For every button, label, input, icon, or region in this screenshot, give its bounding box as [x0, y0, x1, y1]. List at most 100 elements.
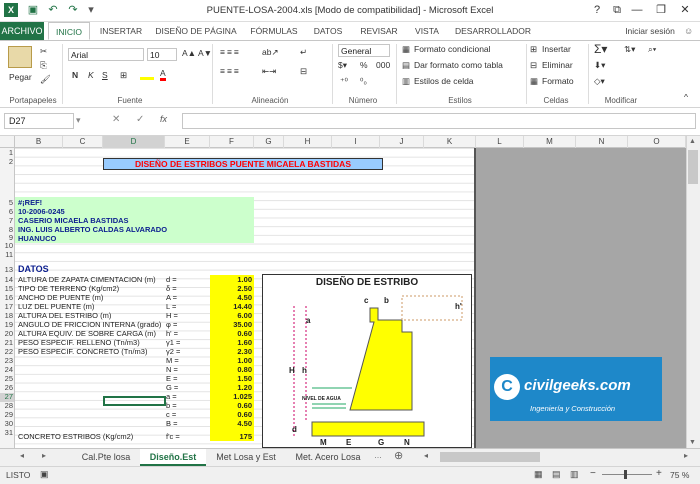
- cond-format-button[interactable]: Formato condicional: [414, 44, 491, 54]
- page-layout-icon[interactable]: ▤: [552, 469, 561, 480]
- fill-icon[interactable]: ⬇▾: [594, 60, 605, 71]
- format-painter-icon[interactable]: 🖌: [40, 74, 51, 85]
- hscroll-left-icon[interactable]: ◂: [424, 451, 428, 460]
- column-header[interactable]: L: [476, 136, 524, 148]
- column-header[interactable]: D: [103, 136, 165, 148]
- indent-icon[interactable]: ⇤⇥: [262, 66, 276, 77]
- prev-sheet-icon[interactable]: ◂: [20, 451, 24, 460]
- cond-format-icon[interactable]: ▦: [402, 44, 410, 55]
- tab-revisar[interactable]: REVISAR: [354, 22, 404, 40]
- name-box[interactable]: D27: [4, 113, 74, 129]
- font-name-select[interactable]: Arial: [68, 48, 144, 61]
- orientation-icon[interactable]: ab↗: [262, 47, 279, 58]
- paste-button[interactable]: Pegar: [9, 72, 32, 82]
- tab-datos[interactable]: DATOS: [306, 22, 350, 40]
- decrease-decimal-icon[interactable]: ⁰₀: [360, 76, 367, 87]
- tab-formulas[interactable]: FÓRMULAS: [246, 22, 302, 40]
- column-header[interactable]: K: [424, 136, 476, 148]
- underline-icon[interactable]: S: [102, 70, 108, 80]
- signin-link[interactable]: Iniciar sesión: [618, 22, 682, 40]
- column-header[interactable]: J: [380, 136, 424, 148]
- comma-icon[interactable]: 000: [376, 60, 390, 70]
- grow-font-icon[interactable]: A▲: [182, 48, 196, 58]
- hscroll-right-icon[interactable]: ▸: [684, 451, 688, 460]
- bold-icon[interactable]: N: [72, 70, 78, 80]
- clear-icon[interactable]: ◇▾: [594, 76, 605, 87]
- wrap-text-icon[interactable]: ↵: [300, 47, 307, 58]
- tab-diseno-pagina[interactable]: DISEÑO DE PÁGINA: [150, 22, 242, 40]
- column-header[interactable]: B: [15, 136, 63, 148]
- tab-insertar[interactable]: INSERTAR: [94, 22, 148, 40]
- collapse-ribbon-icon[interactable]: ^: [684, 92, 688, 102]
- help-icon[interactable]: ?: [588, 2, 606, 18]
- column-header[interactable]: O: [628, 136, 686, 148]
- column-header[interactable]: M: [524, 136, 576, 148]
- row-header[interactable]: 2: [0, 157, 14, 167]
- next-sheet-icon[interactable]: ▸: [42, 451, 46, 460]
- sheet-tab-active[interactable]: Diseño.Est: [140, 449, 206, 466]
- insert-button[interactable]: Insertar: [542, 44, 571, 54]
- sort-filter-icon[interactable]: ⇅▾: [624, 44, 635, 55]
- ribbon-display-icon[interactable]: ⧉: [608, 2, 626, 18]
- delete-icon[interactable]: ⊟: [530, 60, 537, 71]
- column-header[interactable]: G: [254, 136, 284, 148]
- scroll-up-icon[interactable]: ▲: [689, 138, 696, 145]
- column-header[interactable]: F: [210, 136, 254, 148]
- table-format-icon[interactable]: ▤: [402, 60, 410, 71]
- user-icon[interactable]: ☺: [684, 26, 693, 36]
- column-header[interactable]: I: [332, 136, 380, 148]
- cut-icon[interactable]: ✂: [40, 46, 47, 57]
- table-format-button[interactable]: Dar formato como tabla: [414, 60, 503, 70]
- format-button[interactable]: Formato: [542, 76, 574, 86]
- shrink-font-icon[interactable]: A▼: [198, 48, 212, 58]
- tab-vista[interactable]: VISTA: [408, 22, 446, 40]
- maximize-button[interactable]: ❐: [652, 2, 670, 18]
- borders-icon[interactable]: ⊞: [120, 70, 127, 81]
- tab-archivo[interactable]: ARCHIVO: [0, 22, 44, 40]
- select-all-corner[interactable]: [0, 136, 15, 148]
- sheet-tab[interactable]: Met. Acero Losa: [286, 449, 370, 466]
- font-size-select[interactable]: 10: [147, 48, 177, 61]
- align-left-icon[interactable]: ≡≡≡: [220, 66, 241, 76]
- data-value[interactable]: 4.50: [212, 419, 252, 429]
- insert-icon[interactable]: ⊞: [530, 44, 537, 55]
- sheet-tab[interactable]: Met Losa y Est: [208, 449, 284, 466]
- cell-styles-icon[interactable]: ▥: [402, 76, 410, 87]
- sheet-tab[interactable]: Cal.Pte losa: [72, 449, 140, 466]
- paste-icon[interactable]: [8, 46, 32, 68]
- format-icon[interactable]: ▦: [530, 76, 538, 87]
- column-header[interactable]: H: [284, 136, 332, 148]
- hscroll-thumb[interactable]: [440, 452, 540, 462]
- selected-cell[interactable]: [103, 396, 166, 406]
- row-header[interactable]: 11: [0, 250, 14, 260]
- enter-icon[interactable]: ✓: [136, 114, 144, 125]
- page-break-view-icon[interactable]: ▥: [570, 469, 579, 480]
- column-header[interactable]: N: [576, 136, 628, 148]
- column-header[interactable]: E: [165, 136, 210, 148]
- align-top-icon[interactable]: ≡≡≡: [220, 47, 241, 57]
- row-header[interactable]: 31: [0, 428, 14, 438]
- close-button[interactable]: ✕: [676, 2, 694, 18]
- fx-icon[interactable]: fx: [160, 114, 167, 124]
- column-header[interactable]: C: [63, 136, 103, 148]
- zoom-slider-thumb[interactable]: [624, 470, 627, 479]
- font-color-icon[interactable]: A: [160, 68, 166, 81]
- zoom-out-icon[interactable]: −: [590, 468, 596, 479]
- fill-color-icon[interactable]: [140, 70, 154, 80]
- increase-decimal-icon[interactable]: ⁺⁰: [340, 76, 348, 87]
- percent-icon[interactable]: %: [360, 60, 368, 70]
- cell-styles-button[interactable]: Estilos de celda: [414, 76, 474, 86]
- zoom-level[interactable]: 75 %: [670, 470, 689, 480]
- currency-icon[interactable]: $▾: [338, 60, 347, 71]
- row-header[interactable]: 13: [0, 265, 14, 275]
- tab-desarrollador[interactable]: DESARROLLADOR: [452, 22, 534, 40]
- italic-icon[interactable]: K: [88, 70, 94, 80]
- cancel-icon[interactable]: ✕: [112, 114, 120, 125]
- add-sheet-icon[interactable]: ⊕: [394, 449, 403, 462]
- tab-inicio[interactable]: INICIO: [48, 22, 90, 40]
- data-value[interactable]: 175: [212, 432, 252, 442]
- minimize-button[interactable]: —: [628, 2, 646, 18]
- autosum-icon[interactable]: Σ▾: [594, 42, 607, 56]
- scroll-thumb[interactable]: [688, 150, 698, 184]
- scroll-down-icon[interactable]: ▼: [689, 439, 696, 446]
